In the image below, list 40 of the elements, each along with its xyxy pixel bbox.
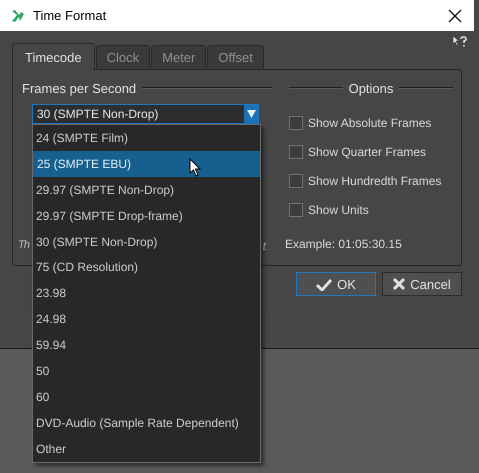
close-icon[interactable]: [448, 8, 462, 22]
checkmark-icon: [316, 278, 332, 290]
checkbox-label: Show Units: [308, 202, 369, 216]
example-text: Example: 01:05:30.15: [285, 237, 403, 251]
checkbox[interactable]: [289, 174, 303, 188]
dropdown-option[interactable]: Other: [33, 436, 260, 462]
dropdown-option[interactable]: 29.97 (SMPTE Drop-frame): [33, 202, 260, 229]
cancel-button[interactable]: Cancel: [382, 272, 462, 296]
group-heading: Frames per Second: [22, 80, 136, 96]
note-text: t: [262, 239, 266, 253]
checkbox-label: Show Absolute Frames: [308, 116, 432, 130]
mouse-cursor-icon: [189, 158, 201, 177]
checkbox-label: Show Hundredth Frames: [308, 174, 442, 188]
checkbox[interactable]: [289, 144, 303, 158]
dropdown-option[interactable]: 25 (SMPTE EBU): [33, 150, 260, 177]
tab[interactable]: Meter: [151, 45, 206, 69]
close-icon: [393, 278, 406, 290]
window-title: Time Format: [33, 8, 106, 23]
dropdown-option[interactable]: 60: [33, 384, 260, 410]
ok-button[interactable]: OK: [296, 272, 376, 296]
tab[interactable]: Timecode: [12, 43, 95, 70]
tab[interactable]: Clock: [96, 45, 150, 69]
dropdown-arrow-icon: [246, 110, 256, 118]
app-logo-icon: [11, 8, 25, 22]
checkbox[interactable]: [289, 202, 303, 216]
dropdown-option[interactable]: 23.98: [33, 280, 260, 306]
help-icon[interactable]: [452, 35, 468, 49]
checkbox-label: Show Quarter Frames: [308, 144, 426, 158]
dropdown-option[interactable]: 29.97 (SMPTE Non-Drop): [33, 176, 260, 203]
dropdown-option[interactable]: 24.98: [33, 306, 260, 332]
dropdown-option[interactable]: 30 (SMPTE Non-Drop): [33, 228, 260, 254]
dropdown-option[interactable]: 59.94: [33, 332, 260, 358]
checkbox[interactable]: [289, 116, 303, 130]
tab[interactable]: Offset: [207, 45, 264, 69]
dropdown-option[interactable]: 24 (SMPTE Film): [33, 125, 260, 151]
note-text: Th: [18, 239, 30, 253]
group-heading: Options: [348, 80, 394, 96]
dropdown-option[interactable]: DVD-Audio (Sample Rate Dependent): [33, 410, 260, 436]
dropdown-option[interactable]: 75 (CD Resolution): [33, 254, 260, 280]
dropdown-option[interactable]: 50: [33, 358, 260, 384]
